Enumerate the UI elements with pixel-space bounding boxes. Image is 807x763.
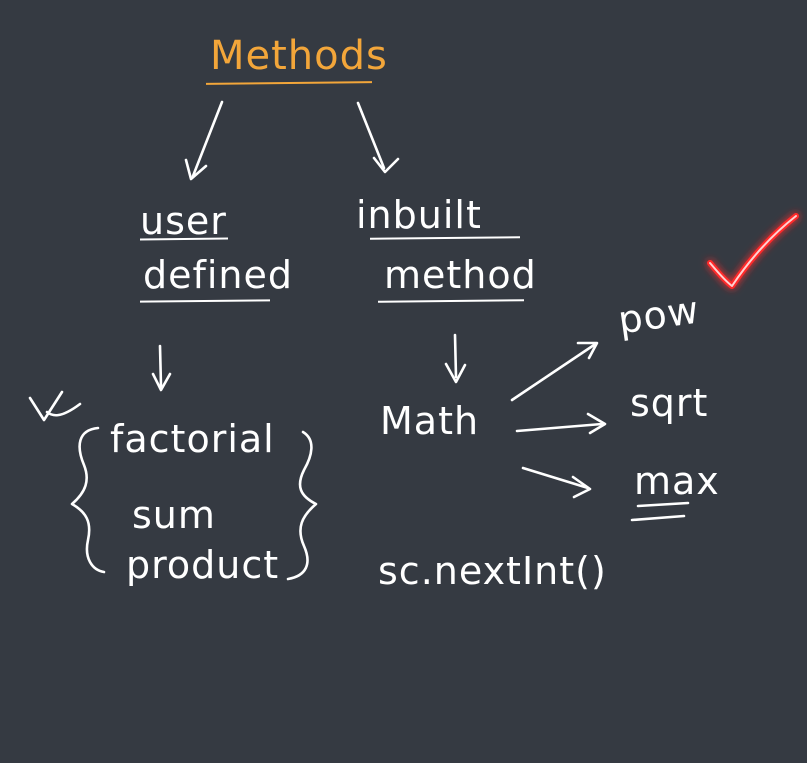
max-double-underline (630, 501, 690, 522)
inbuilt-label-line1: inbuilt (356, 193, 482, 237)
example-factorial: factorial (110, 417, 275, 461)
arrow-to-pow (510, 341, 599, 402)
arrow-to-inbuilt (356, 101, 400, 174)
example-sum: sum (132, 493, 216, 537)
method-pow: pow (615, 287, 703, 343)
user-defined-label-line1: user (140, 199, 227, 243)
diagram-title: Methods (210, 33, 388, 79)
example-product: product (126, 543, 280, 587)
scanner-call: sc.nextInt() (378, 549, 607, 593)
arrow-to-max (521, 466, 592, 499)
whiteboard: Methods user defined inbuilt method fact… (0, 0, 807, 763)
arrow-to-sqrt (515, 412, 607, 435)
user-defined-label-line2: defined (143, 253, 294, 297)
math-class-label: Math (380, 399, 480, 443)
method-sqrt: sqrt (630, 381, 709, 425)
arrow-to-examples (151, 344, 172, 392)
arrow-to-math (444, 333, 467, 384)
arrow-to-user-defined (184, 100, 224, 181)
inbuilt-label-line2: method (384, 253, 537, 297)
small-check-icon (28, 390, 82, 422)
method-max: max (634, 459, 720, 503)
left-brace (70, 426, 106, 574)
right-brace (286, 430, 318, 581)
